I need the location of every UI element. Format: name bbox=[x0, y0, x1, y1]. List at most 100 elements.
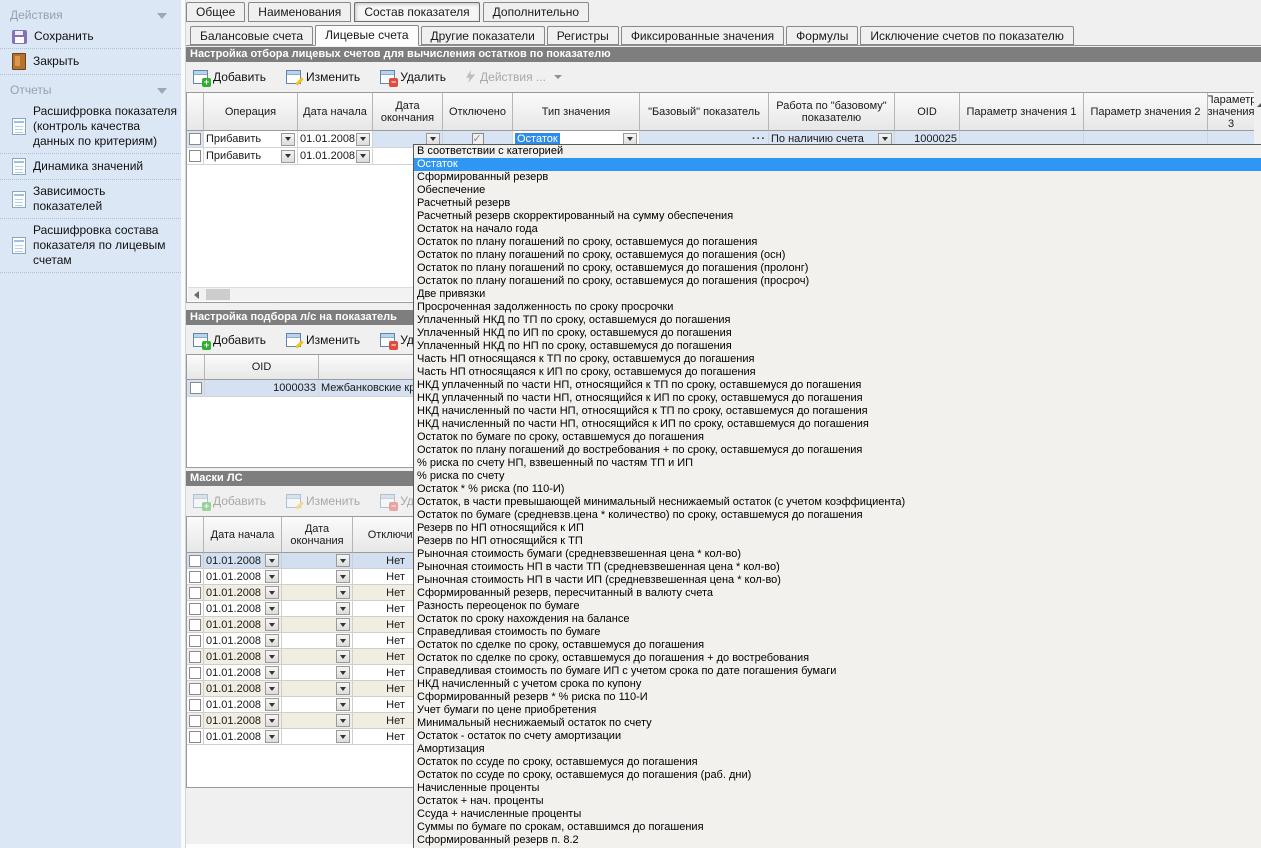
date-start-cell[interactable]: 01.01.2008 bbox=[204, 553, 282, 569]
row-checkbox[interactable] bbox=[190, 382, 202, 394]
tab[interactable]: Формулы bbox=[786, 26, 858, 45]
dropdown-item[interactable]: Остаток по бумаге по сроку, оставшемуся … bbox=[414, 431, 1261, 444]
row-checkbox[interactable] bbox=[189, 651, 201, 663]
dropdown-item[interactable]: Остаток * % риска (по 110-И) bbox=[414, 483, 1261, 496]
dropdown-item[interactable]: Просроченная задолженность по сроку прос… bbox=[414, 301, 1261, 314]
dropdown-item[interactable]: Амортизация bbox=[414, 743, 1261, 756]
column-header[interactable]: Параметр значения 2 bbox=[1084, 93, 1208, 131]
sidebar-item[interactable]: Сохранить bbox=[0, 25, 181, 49]
date-start-cell[interactable]: 01.01.2008 bbox=[204, 649, 282, 665]
date-end-dropdown-button[interactable] bbox=[336, 730, 350, 743]
operation-dropdown-button[interactable] bbox=[281, 150, 295, 163]
column-header[interactable]: OID bbox=[895, 93, 960, 131]
collapse-arrow-icon[interactable] bbox=[157, 13, 167, 19]
date-end-dropdown-button[interactable] bbox=[336, 682, 350, 695]
dropdown-item[interactable]: Остаток по плану погашений до востребова… bbox=[414, 444, 1261, 457]
date-end-cell[interactable] bbox=[282, 729, 353, 745]
dropdown-item[interactable]: НКД начисленный по части НП, относящийся… bbox=[414, 418, 1261, 431]
date-end-cell[interactable] bbox=[282, 713, 353, 729]
sidebar-item[interactable]: Расшифровка показателя (контроль качеств… bbox=[0, 100, 181, 154]
dropdown-item[interactable]: Учет бумаги по цене приобретения bbox=[414, 704, 1261, 717]
sidebar-item[interactable]: Зависимость показателей bbox=[0, 180, 181, 219]
row-checkbox[interactable] bbox=[189, 133, 201, 145]
dropdown-item[interactable]: В соответствии с категорией bbox=[414, 145, 1261, 158]
date-end-dropdown-button[interactable] bbox=[336, 650, 350, 663]
tab[interactable]: Другие показатели bbox=[421, 26, 545, 45]
date-start-dropdown-button[interactable] bbox=[265, 634, 279, 647]
date-end-cell[interactable] bbox=[282, 697, 353, 713]
date-start-cell[interactable]: 01.01.2008 bbox=[204, 569, 282, 585]
date-end-cell[interactable] bbox=[282, 681, 353, 697]
dropdown-item[interactable]: Остаток + нач. проценты bbox=[414, 795, 1261, 808]
date-end-cell[interactable] bbox=[282, 665, 353, 681]
actions-button[interactable]: Действия ... bbox=[466, 70, 562, 84]
add-button[interactable]: Добавить bbox=[193, 494, 266, 508]
tab[interactable]: Общее bbox=[186, 2, 245, 22]
dropdown-item[interactable]: Сформированный резерв * % риска по 110-И bbox=[414, 691, 1261, 704]
date-start-dropdown-button[interactable] bbox=[265, 666, 279, 679]
oid-column-header[interactable]: OID bbox=[205, 355, 319, 380]
date-end-dropdown-button[interactable] bbox=[336, 666, 350, 679]
date-end-dropdown-button[interactable] bbox=[336, 714, 350, 727]
tab[interactable]: Дополнительно bbox=[483, 2, 589, 22]
oid-cell[interactable]: 1000033 bbox=[205, 380, 319, 397]
dropdown-item[interactable]: НКД уплаченный по части НП, относящийся … bbox=[414, 379, 1261, 392]
sidebar-item[interactable]: Расшифровка состава показателя по лицевы… bbox=[0, 219, 181, 273]
row-checkbox[interactable] bbox=[189, 150, 201, 162]
add-button[interactable]: Добавить bbox=[193, 333, 266, 347]
date-start-cell[interactable]: 01.01.2008 bbox=[204, 585, 282, 601]
dropdown-item[interactable]: Справедливая стоимость по бумаге ИП с уч… bbox=[414, 665, 1261, 678]
dropdown-item[interactable]: Сформированный резерв bbox=[414, 171, 1261, 184]
dropdown-item[interactable]: Рыночная стоимость НП в части ИП (средне… bbox=[414, 574, 1261, 587]
dropdown-item[interactable]: Резерв по НП относящийся к ИП bbox=[414, 522, 1261, 535]
dropdown-item[interactable]: Ссуда + начисленные проценты bbox=[414, 808, 1261, 821]
scroll-left-button[interactable] bbox=[188, 289, 204, 301]
date-start-cell[interactable]: 01.01.2008 bbox=[204, 681, 282, 697]
row-checkbox[interactable] bbox=[189, 555, 201, 567]
column-header[interactable]: Дата окончания bbox=[373, 93, 443, 131]
select-column-header[interactable] bbox=[187, 93, 204, 131]
dropdown-item[interactable]: Остаток, в части превышающей минимальный… bbox=[414, 496, 1261, 509]
date-start-dropdown-button[interactable] bbox=[356, 133, 370, 146]
row-checkbox[interactable] bbox=[189, 715, 201, 727]
dropdown-item[interactable]: % риска по счету НП, взвешенный по частя… bbox=[414, 457, 1261, 470]
add-button[interactable]: Добавить bbox=[193, 70, 266, 84]
operation-cell[interactable]: Прибавить bbox=[204, 148, 298, 165]
row-checkbox[interactable] bbox=[189, 603, 201, 615]
date-end-cell[interactable] bbox=[282, 569, 353, 585]
dropdown-item[interactable]: Рыночная стоимость бумаги (средневзвешен… bbox=[414, 548, 1261, 561]
scrollbar-thumb[interactable] bbox=[206, 289, 230, 300]
date-end-cell[interactable] bbox=[282, 649, 353, 665]
edit-button[interactable]: Изменить bbox=[286, 494, 360, 508]
dropdown-item[interactable]: Остаток по плану погашений по сроку, ост… bbox=[414, 249, 1261, 262]
date-start-dropdown-button[interactable] bbox=[356, 150, 370, 163]
dropdown-item[interactable]: Начисленные проценты bbox=[414, 782, 1261, 795]
dropdown-item[interactable]: Разность переоценок по бумаге bbox=[414, 600, 1261, 613]
row-checkbox[interactable] bbox=[189, 635, 201, 647]
row-checkbox[interactable] bbox=[189, 667, 201, 679]
date-start-dropdown-button[interactable] bbox=[265, 602, 279, 615]
edit-button[interactable]: Изменить bbox=[286, 70, 360, 84]
tab[interactable]: Лицевые счета bbox=[315, 25, 418, 46]
date-end-dropdown-button[interactable] bbox=[336, 698, 350, 711]
dropdown-item[interactable]: Остаток по сделке по сроку, оставшемуся … bbox=[414, 652, 1261, 665]
date-end-cell[interactable] bbox=[282, 553, 353, 569]
date-start-dropdown-button[interactable] bbox=[265, 554, 279, 567]
column-header[interactable]: Дата начала bbox=[298, 93, 373, 131]
row-checkbox[interactable] bbox=[189, 699, 201, 711]
column-header[interactable]: Работа по "базовому" показателю bbox=[769, 93, 895, 131]
dropdown-item[interactable]: % риска по счету bbox=[414, 470, 1261, 483]
date-start-dropdown-button[interactable] bbox=[265, 682, 279, 695]
dropdown-item[interactable]: Остаток по плану погашений по сроку, ост… bbox=[414, 236, 1261, 249]
column-header[interactable]: Отключено bbox=[443, 93, 513, 131]
dropdown-item[interactable]: Уплаченный НКД по ИП по сроку, оставшему… bbox=[414, 327, 1261, 340]
select-column-header[interactable] bbox=[187, 355, 205, 380]
date-start-dropdown-button[interactable] bbox=[265, 650, 279, 663]
dropdown-item[interactable]: НКД уплаченный по части НП, относящийся … bbox=[414, 392, 1261, 405]
operation-dropdown-button[interactable] bbox=[281, 133, 295, 146]
date-end-column-header[interactable]: Дата окончания bbox=[282, 517, 353, 553]
row-checkbox[interactable] bbox=[189, 619, 201, 631]
dropdown-item[interactable]: Рыночная стоимость НП в части ТП (средне… bbox=[414, 561, 1261, 574]
dropdown-item[interactable]: Обеспечение bbox=[414, 184, 1261, 197]
date-end-dropdown-button[interactable] bbox=[336, 602, 350, 615]
